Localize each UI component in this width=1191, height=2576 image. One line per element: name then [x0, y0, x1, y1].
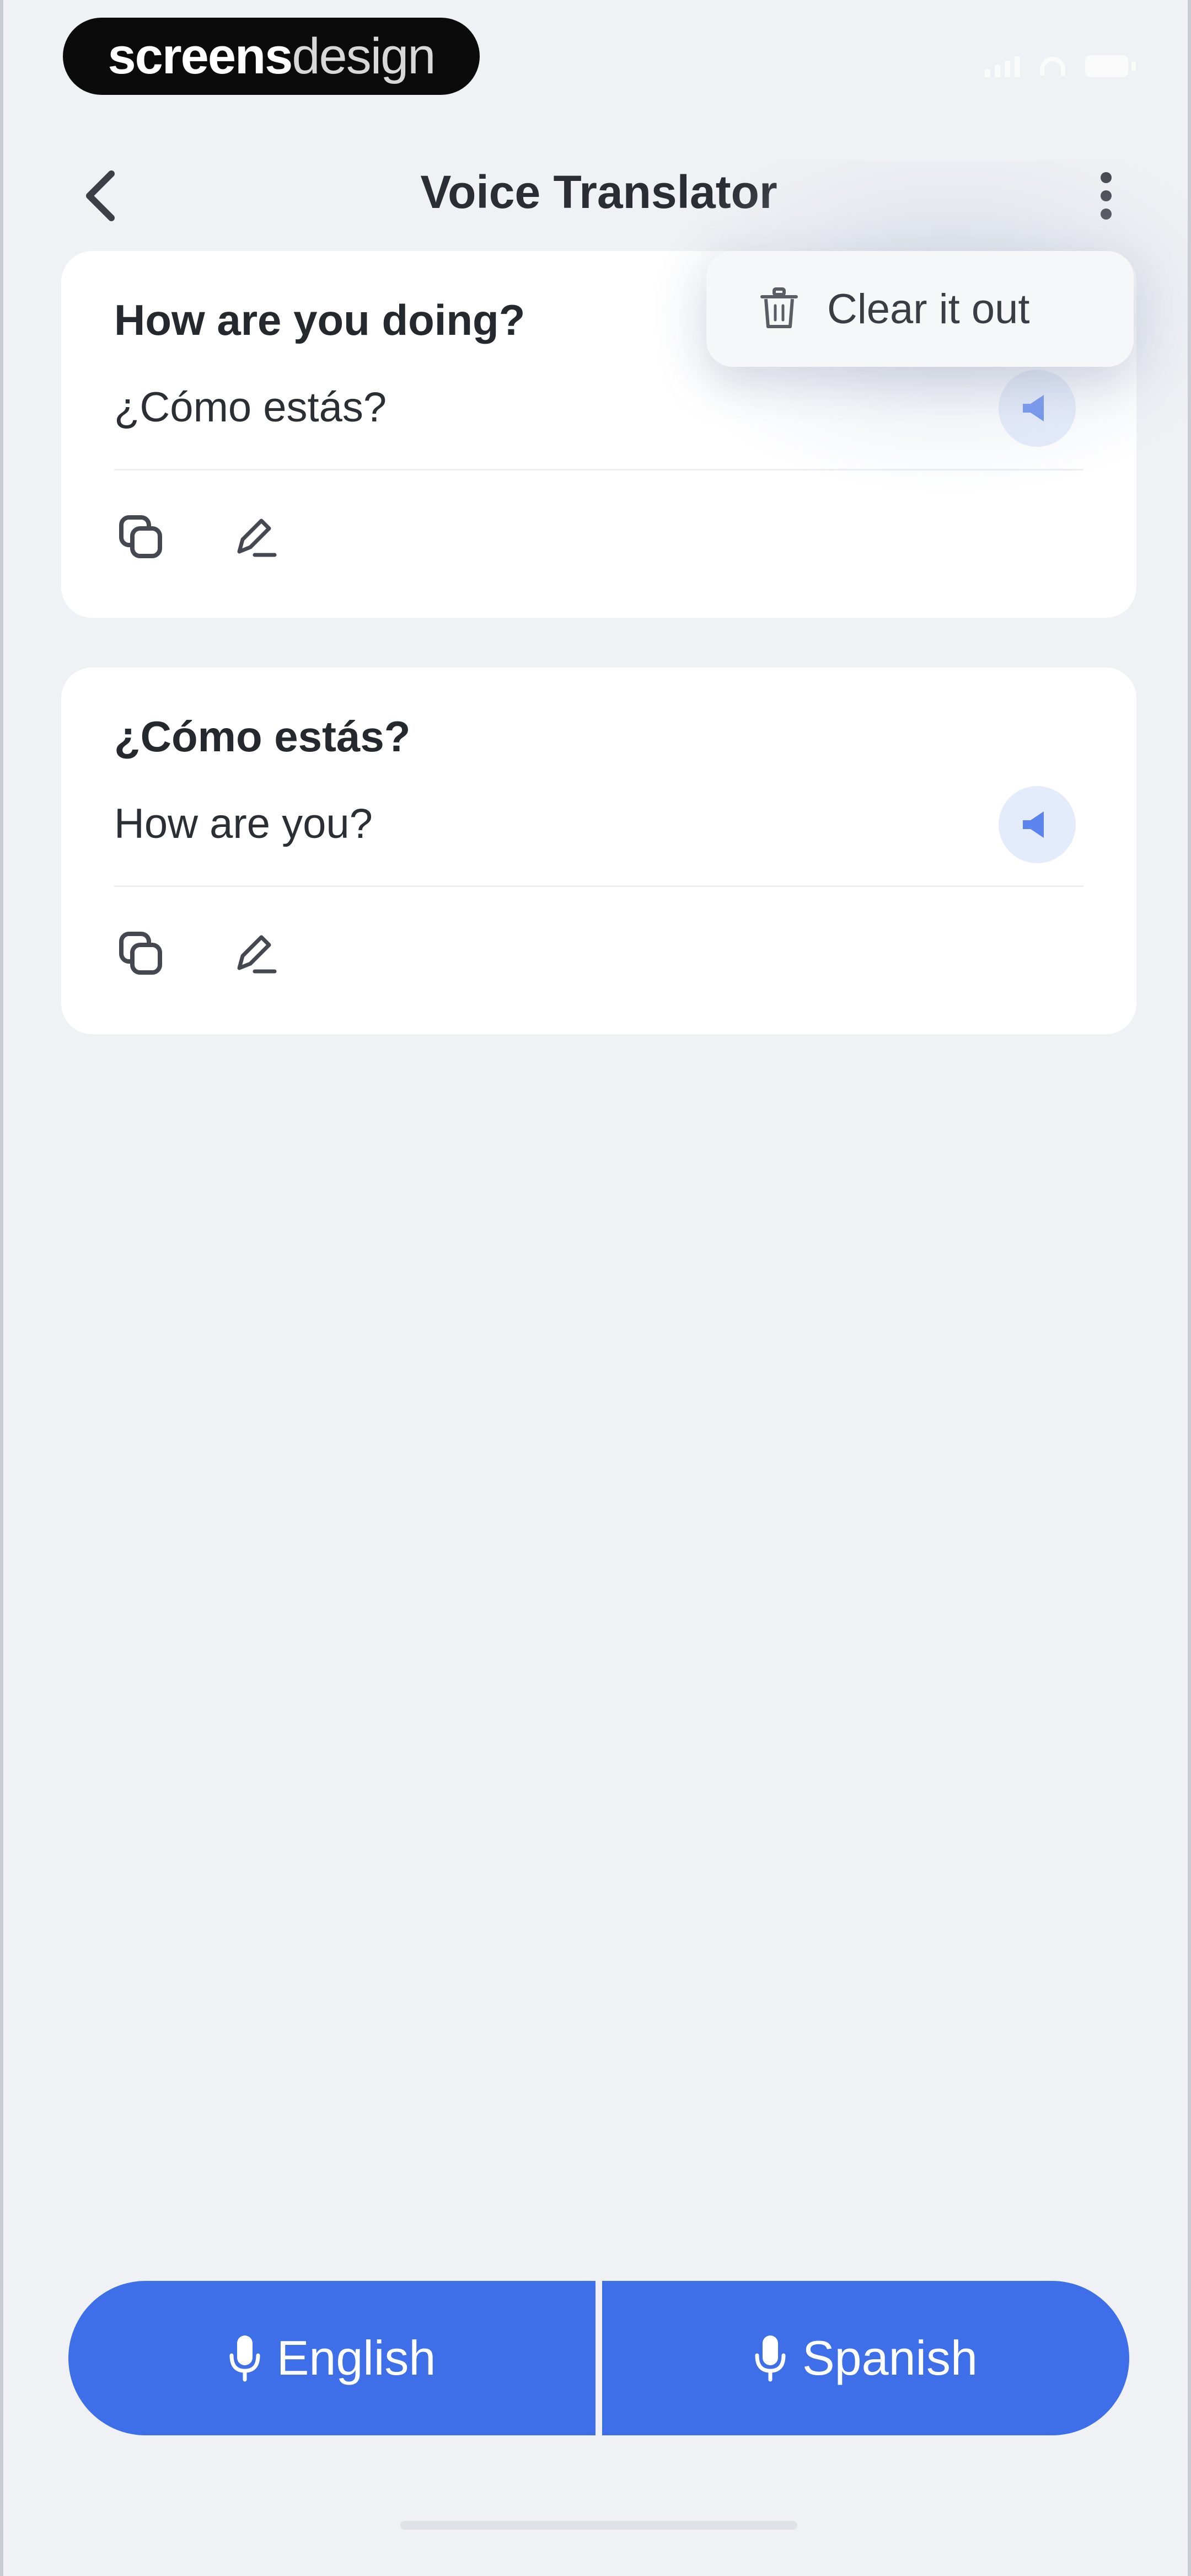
speaker-icon [1023, 395, 1044, 421]
header: Voice Translator [3, 132, 1191, 254]
status-icons [985, 55, 1136, 77]
signal-icon [985, 55, 1020, 77]
speaker-icon [1023, 811, 1044, 838]
source-text: ¿Cómo estás? [114, 712, 411, 761]
speak-button[interactable] [999, 370, 1076, 447]
app-screen: screens design Voice Translator How are … [0, 0, 1191, 2576]
copy-icon [119, 932, 162, 975]
brand-bold-text: screens [108, 28, 293, 84]
language-label-english: English [276, 2331, 436, 2385]
translated-text: ¿Cómo estás? [114, 384, 387, 431]
wifi-icon [1040, 57, 1065, 76]
copy-icon [119, 515, 162, 558]
options-menu: Clear it out [706, 251, 1134, 367]
brand-light-text: design [292, 28, 436, 84]
menu-item-label: Clear it out [827, 285, 1030, 333]
speak-spanish-button[interactable]: Spanish [602, 2281, 1129, 2435]
edit-icon [237, 935, 277, 974]
copy-button[interactable] [114, 927, 167, 980]
translation-card: ¿Cómo estás? How are you? [61, 667, 1136, 1034]
language-bar: English Spanish [68, 2281, 1129, 2435]
translated-text: How are you? [114, 800, 373, 847]
more-options-button[interactable] [1079, 160, 1134, 232]
vertical-dots-icon [1101, 172, 1112, 220]
card-actions [114, 510, 281, 563]
language-label-spanish: Spanish [802, 2331, 978, 2385]
card-divider [114, 885, 1083, 887]
menu-item-clear[interactable]: Clear it out [706, 251, 1134, 367]
source-text: How are you doing? [114, 296, 525, 344]
status-bar: screens design [3, 0, 1191, 116]
battery-icon [1085, 55, 1136, 77]
brand-watermark: screens design [63, 18, 480, 95]
microphone-icon [229, 2335, 260, 2382]
speak-button[interactable] [999, 786, 1076, 863]
home-indicator[interactable] [400, 2521, 797, 2530]
edit-button[interactable] [228, 927, 281, 980]
edit-button[interactable] [228, 510, 281, 563]
page-title: Voice Translator [420, 166, 777, 218]
card-actions [114, 927, 281, 980]
copy-button[interactable] [114, 510, 167, 563]
microphone-icon [755, 2335, 786, 2382]
trash-icon [760, 287, 798, 328]
card-divider [114, 469, 1083, 471]
edit-icon [237, 519, 277, 557]
speak-english-button[interactable]: English [68, 2281, 596, 2435]
